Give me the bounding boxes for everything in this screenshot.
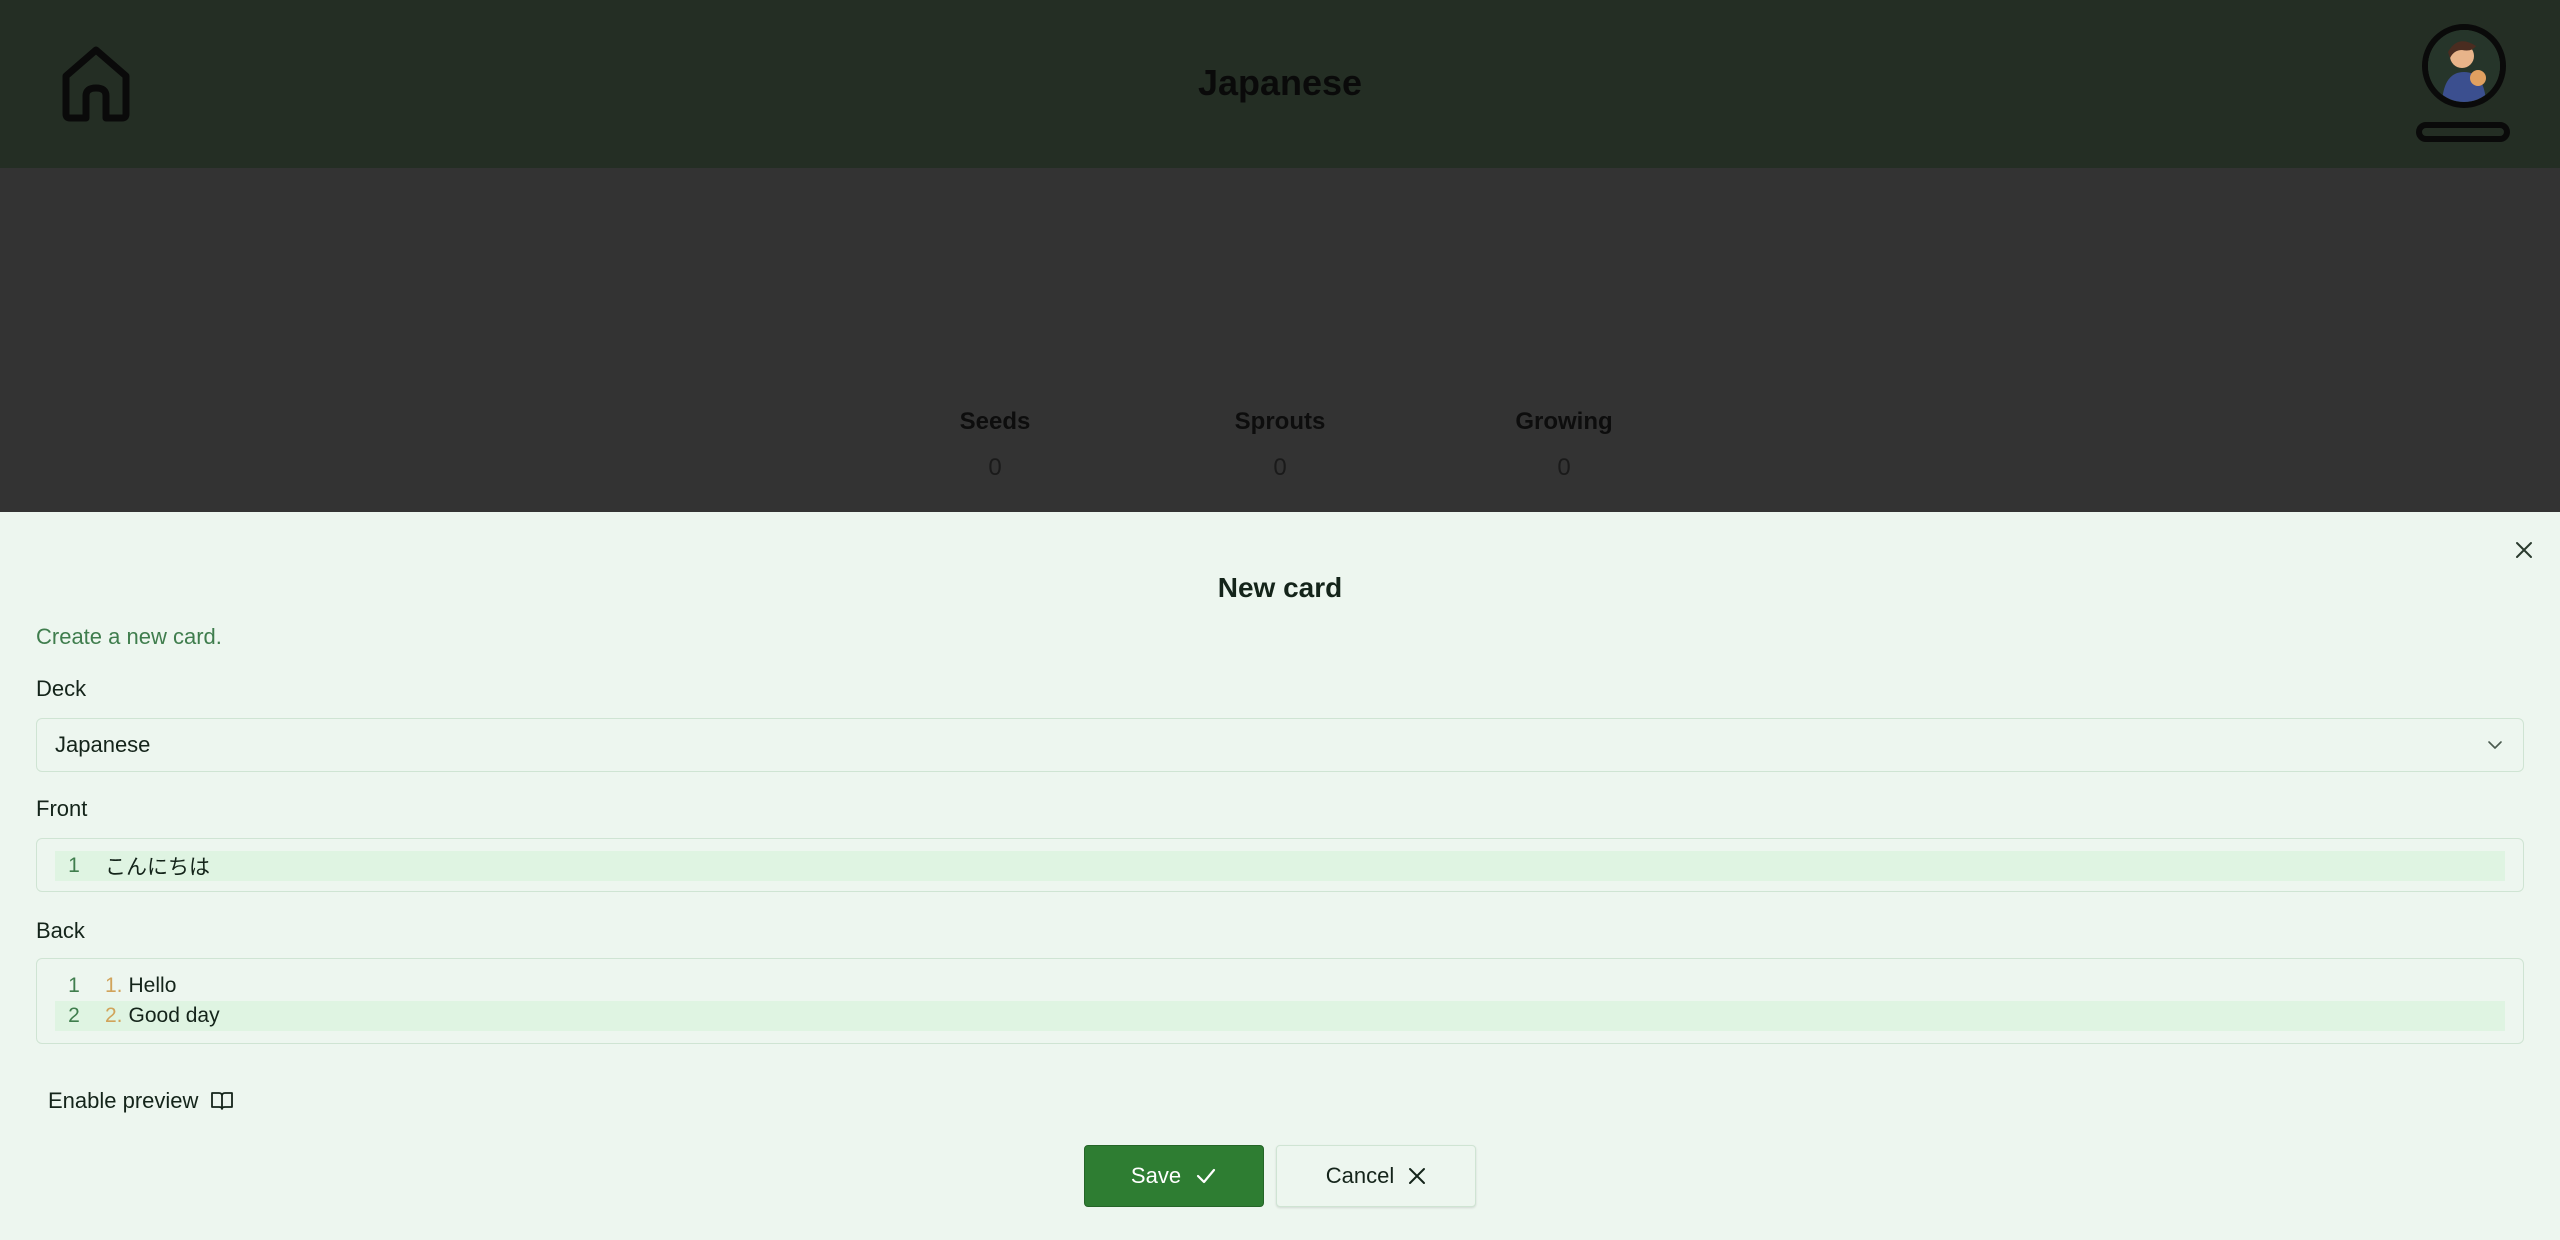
stat-value: 0 — [1557, 454, 1571, 481]
front-line-1: 1 こんにちは — [55, 851, 2505, 881]
line-text: こんにちは — [105, 856, 210, 879]
dialog-title: New card — [1217, 572, 1343, 603]
list-marker: 1. — [105, 974, 123, 997]
profile-button[interactable] — [2412, 22, 2512, 146]
stat-label: Sprouts — [1234, 408, 1326, 435]
dialog-close-button[interactable] — [2510, 536, 2538, 564]
front-editor[interactable]: 1 こんにちは — [36, 838, 2524, 892]
line-content: 1. Hello — [105, 974, 176, 998]
save-button[interactable]: Save — [1084, 1145, 1264, 1207]
back-line-1: 1 1. Hello — [55, 971, 2505, 1001]
cancel-button[interactable]: Cancel — [1276, 1145, 1476, 1207]
stat-growing: Growing 0 — [1464, 408, 1664, 482]
stat-value: 0 — [1273, 454, 1287, 481]
back-editor[interactable]: 1 1. Hello 2 2. Good day — [36, 958, 2524, 1044]
line-number: 1 — [68, 974, 80, 997]
deck-select[interactable]: Japanese — [36, 718, 2524, 772]
page-title: Japanese — [1197, 62, 1363, 103]
enable-preview-label: Enable preview — [48, 1088, 199, 1113]
stat-seeds: Seeds 0 — [895, 408, 1095, 482]
dialog-description: Create a new card. — [36, 624, 222, 649]
back-label: Back — [36, 918, 85, 943]
back-line-2: 2 2. Good day — [55, 1001, 2505, 1031]
avatar — [2422, 24, 2506, 108]
chevron-down-icon — [2488, 741, 2502, 749]
stat-label: Seeds — [959, 408, 1031, 435]
deck-label: Deck — [36, 676, 87, 701]
enable-preview-toggle[interactable]: Enable preview — [48, 1086, 234, 1116]
deck-stats: Seeds 0 Sprouts 0 Growing 0 — [0, 408, 2560, 508]
stat-sprouts: Sprouts 0 — [1180, 408, 1380, 482]
line-number: 1 — [68, 854, 80, 877]
line-number: 2 — [68, 1004, 80, 1027]
close-icon — [1409, 1168, 1426, 1184]
profile-menu-bar — [2416, 122, 2510, 142]
line-content: 2. Good day — [105, 1004, 220, 1028]
line-text: Good day — [128, 1004, 220, 1027]
front-label: Front — [36, 796, 88, 821]
avatar-icon — [2428, 30, 2500, 102]
close-icon — [2516, 542, 2532, 558]
app-header: Japanese — [0, 0, 2560, 168]
save-button-label: Save — [1130, 1163, 1182, 1188]
check-icon — [1196, 1168, 1216, 1184]
cancel-button-label: Cancel — [1325, 1163, 1395, 1188]
line-text: Hello — [128, 974, 177, 997]
list-marker: 2. — [105, 1004, 123, 1027]
deck-select-value: Japanese — [55, 732, 151, 757]
stat-label: Growing — [1515, 408, 1613, 435]
stat-value: 0 — [988, 454, 1002, 481]
book-open-icon — [211, 1092, 234, 1110]
